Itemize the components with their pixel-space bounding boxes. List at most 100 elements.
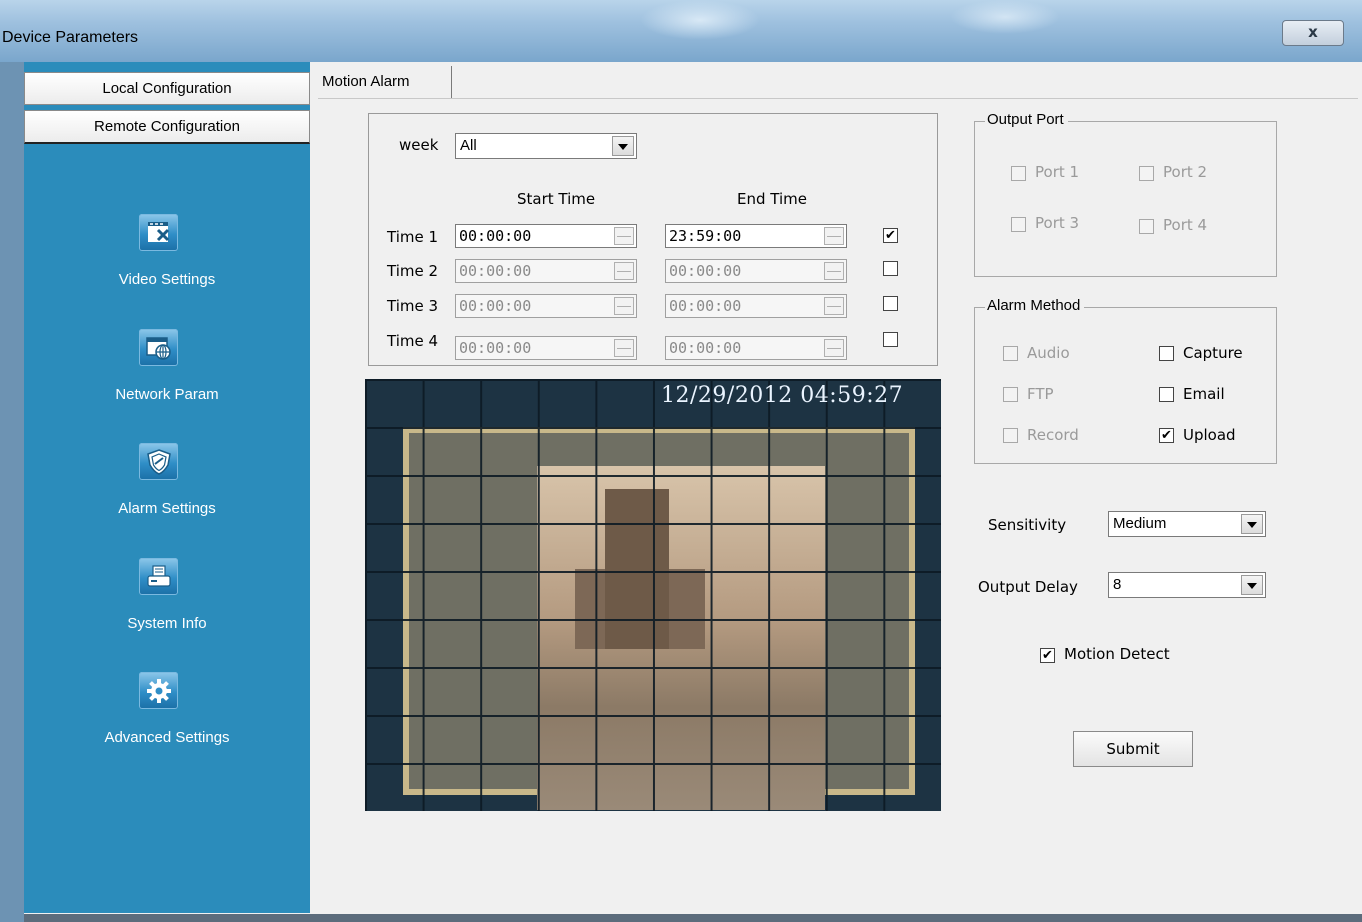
email-label: Email	[1183, 385, 1225, 403]
spinner-icon[interactable]	[824, 339, 844, 357]
chevron-down-icon[interactable]	[612, 136, 634, 156]
alarm-method-group: Alarm Method Audio Capture FTP Email Rec…	[974, 297, 1277, 464]
upload-checkbox[interactable]: ✔	[1159, 428, 1174, 443]
video-settings-icon	[139, 214, 178, 251]
schedule-group: week All Start Time End Time Time 1 00:0…	[368, 113, 938, 366]
close-icon: x	[1308, 23, 1318, 41]
record-checkbox[interactable]	[1003, 428, 1018, 443]
time-row-label: Time 3	[387, 297, 439, 315]
spinner-icon[interactable]	[614, 262, 634, 280]
port-4-checkbox[interactable]	[1139, 219, 1154, 234]
start-time-field[interactable]: 00:00:00	[455, 336, 637, 360]
start-time-value: 00:00:00	[459, 262, 532, 280]
port-1-label: Port 1	[1035, 163, 1080, 181]
device-parameters-window: Device Parameters x Local Configuration …	[0, 0, 1362, 922]
remote-configuration-button[interactable]: Remote Configuration	[24, 110, 310, 144]
network-icon	[139, 329, 178, 366]
motion-detect-checkbox[interactable]: ✔	[1040, 648, 1055, 663]
printer-icon	[139, 558, 178, 595]
sidebar-item-label: Video Settings	[118, 271, 216, 288]
motion-detection-preview[interactable]: 12/29/2012 04:59:27	[365, 379, 941, 811]
time-row-label: Time 4	[387, 332, 439, 350]
email-checkbox[interactable]	[1159, 387, 1174, 402]
alarm-method-title: Alarm Method	[985, 297, 1085, 314]
spinner-icon[interactable]	[824, 227, 844, 245]
sidebar-item-label: Advanced Settings	[104, 729, 230, 746]
time-row-label: Time 2	[387, 262, 439, 280]
port-2-checkbox[interactable]	[1139, 166, 1154, 181]
time-enable-checkbox[interactable]: ✔	[883, 228, 898, 243]
port-2-label: Port 2	[1163, 163, 1208, 181]
output-port-title: Output Port	[985, 111, 1068, 128]
video-timestamp: 12/29/2012 04:59:27	[661, 383, 904, 408]
port-1-checkbox[interactable]	[1011, 166, 1026, 181]
submit-button[interactable]: Submit	[1073, 731, 1193, 767]
port-3-checkbox[interactable]	[1011, 217, 1026, 232]
spinner-icon[interactable]	[614, 227, 634, 245]
end-time-field[interactable]: 00:00:00	[665, 259, 847, 283]
capture-checkbox[interactable]	[1159, 346, 1174, 361]
start-time-value: 00:00:00	[459, 339, 532, 357]
close-button[interactable]: x	[1282, 20, 1344, 46]
ftp-checkbox[interactable]	[1003, 387, 1018, 402]
title-glow	[950, 0, 1060, 34]
start-time-header: Start Time	[517, 190, 596, 208]
end-time-value: 23:59:00	[669, 227, 742, 245]
detection-grid[interactable]	[365, 379, 941, 811]
upload-label: Upload	[1183, 426, 1236, 444]
audio-label: Audio	[1027, 344, 1070, 362]
window-title: Device Parameters	[2, 29, 139, 46]
output-delay-select[interactable]: 8	[1108, 572, 1266, 598]
end-time-field[interactable]: 00:00:00	[665, 294, 847, 318]
time-row-label: Time 1	[387, 228, 439, 246]
output-delay-value: 8	[1113, 576, 1122, 593]
time-enable-checkbox[interactable]	[883, 332, 898, 347]
sidebar-item-label: System Info	[127, 615, 207, 632]
time-enable-checkbox[interactable]	[883, 261, 898, 276]
bottom-edge	[24, 914, 1362, 922]
start-time-field[interactable]: 00:00:00	[455, 224, 637, 248]
spinner-icon[interactable]	[614, 297, 634, 315]
end-time-field[interactable]: 23:59:00	[665, 224, 847, 248]
start-time-value: 00:00:00	[459, 297, 532, 315]
end-time-value: 00:00:00	[669, 262, 742, 280]
tab-divider	[318, 98, 1358, 99]
spinner-icon[interactable]	[824, 297, 844, 315]
end-time-header: End Time	[737, 190, 807, 208]
chevron-down-icon[interactable]	[1241, 514, 1263, 534]
chevron-down-icon[interactable]	[1241, 575, 1263, 595]
time-enable-checkbox[interactable]	[883, 296, 898, 311]
gear-icon	[139, 672, 178, 709]
week-select-value: All	[460, 137, 477, 154]
start-time-field[interactable]: 00:00:00	[455, 294, 637, 318]
port-4-label: Port 4	[1163, 216, 1208, 234]
output-delay-label: Output Delay	[978, 578, 1078, 596]
end-time-value: 00:00:00	[669, 297, 742, 315]
week-select[interactable]: All	[455, 133, 637, 159]
local-configuration-button[interactable]: Local Configuration	[24, 72, 310, 105]
sidebar-item-label: Alarm Settings	[118, 500, 216, 517]
output-port-group: Output Port Port 1 Port 2 Port 3 Port 4	[974, 111, 1277, 277]
week-label: week	[399, 136, 439, 154]
audio-checkbox[interactable]	[1003, 346, 1018, 361]
capture-label: Capture	[1183, 344, 1243, 362]
end-time-field[interactable]: 00:00:00	[665, 336, 847, 360]
start-time-field[interactable]: 00:00:00	[455, 259, 637, 283]
title-glow	[640, 0, 760, 40]
sidebar-item-label: Network Param	[115, 386, 219, 403]
sensitivity-value: Medium	[1113, 515, 1167, 532]
motion-detect-label: Motion Detect	[1064, 645, 1170, 663]
spinner-icon[interactable]	[614, 339, 634, 357]
end-time-value: 00:00:00	[669, 339, 742, 357]
port-3-label: Port 3	[1035, 214, 1080, 232]
sidebar: Local Configuration Remote Configuration…	[24, 62, 310, 913]
tab-motion-alarm[interactable]: Motion Alarm	[318, 66, 452, 98]
spinner-icon[interactable]	[824, 262, 844, 280]
ftp-label: FTP	[1027, 385, 1054, 403]
sensitivity-select[interactable]: Medium	[1108, 511, 1266, 537]
record-label: Record	[1027, 426, 1079, 444]
start-time-value: 00:00:00	[459, 227, 532, 245]
title-bar[interactable]: Device Parameters x	[0, 0, 1362, 62]
shield-icon	[139, 443, 178, 480]
sensitivity-label: Sensitivity	[988, 516, 1067, 534]
